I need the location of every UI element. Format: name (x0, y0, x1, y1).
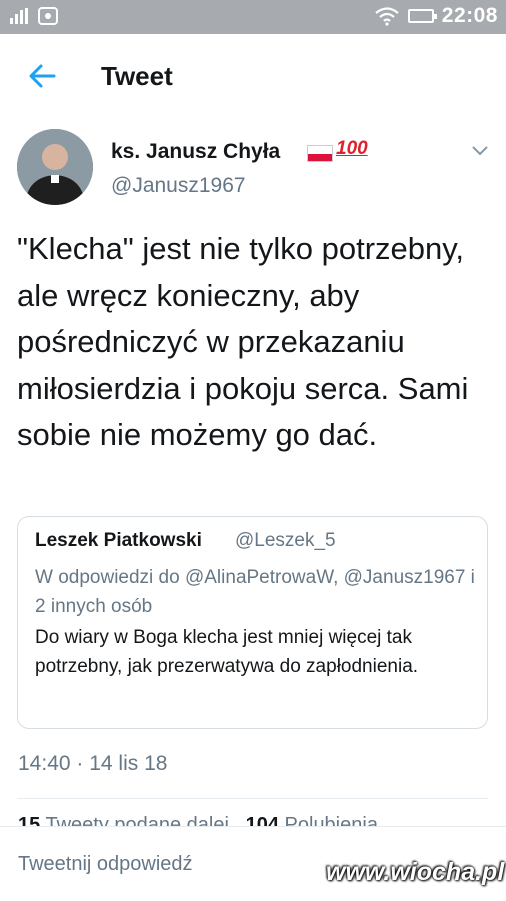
notification-icon (38, 7, 58, 25)
quoted-tweet[interactable]: Leszek Piatkowski @Leszek_5 W odpowiedzi… (17, 516, 488, 729)
watermark: www.wiocha.pl (326, 858, 505, 886)
poland-flag-icon (307, 145, 333, 162)
author-handle[interactable]: @Janusz1967 (111, 174, 246, 198)
tweet-text: "Klecha" jest nie tylko potrzebny, ale w… (17, 231, 469, 452)
author-name[interactable]: ks. Janusz Chyła (111, 140, 280, 164)
avatar[interactable] (17, 129, 93, 205)
signal-icon (10, 8, 28, 24)
status-bar: 22:08 (0, 0, 506, 34)
wifi-icon (375, 7, 399, 26)
avatar-image (17, 129, 93, 205)
like-count: 104 (245, 814, 279, 826)
hundred-points-icon: 100 (336, 138, 368, 159)
tweet-timestamp: 14:40 · 14 lis 18 (18, 752, 168, 775)
chevron-down-icon[interactable] (470, 144, 490, 158)
app-header: Tweet (0, 34, 506, 118)
reply-input[interactable]: Tweetnij odpowiedź (18, 853, 193, 876)
quoted-author-name: Leszek Piatkowski (35, 530, 202, 551)
status-left (10, 7, 58, 25)
retweet-label: Tweety podane dalej (45, 814, 229, 826)
tweet-stats[interactable]: 15 Tweety podane dalej 104 Polubienia (18, 814, 478, 826)
page-title: Tweet (101, 61, 173, 91)
divider (17, 798, 488, 799)
like-label: Polubienia (284, 814, 378, 826)
retweet-count: 15 (18, 814, 41, 826)
quoted-author-handle: @Leszek_5 (235, 530, 336, 551)
quoted-reply-context: W odpowiedzi do @AlinaPetrowaW, @Janusz1… (35, 567, 475, 617)
back-arrow-icon[interactable] (24, 58, 60, 94)
battery-icon (407, 9, 437, 23)
status-time: 22:08 (441, 4, 498, 27)
quoted-tweet-text: Do wiary w Boga klecha jest mniej więcej… (35, 627, 419, 677)
status-right: 22:08 (374, 4, 498, 28)
